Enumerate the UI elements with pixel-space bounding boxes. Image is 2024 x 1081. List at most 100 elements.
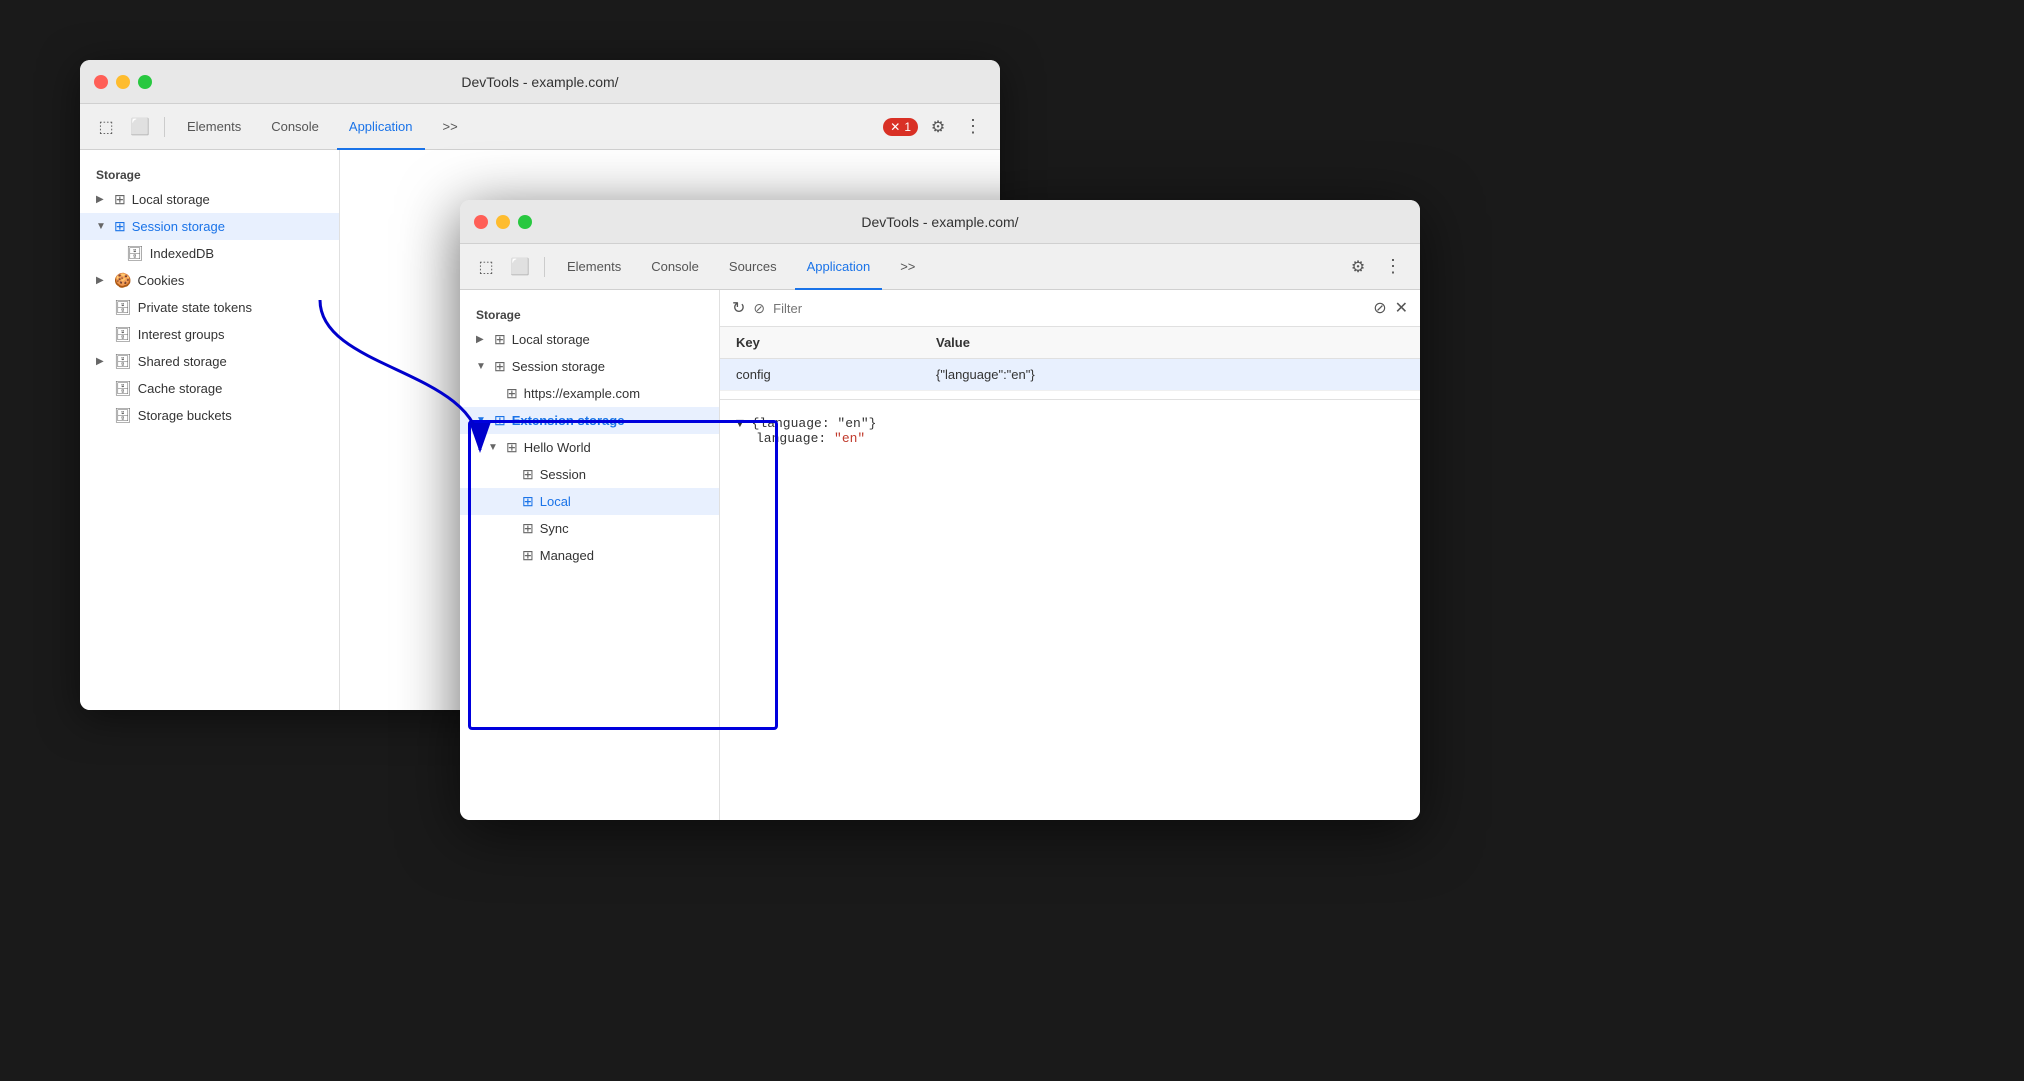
back-storage-label: Storage <box>80 160 339 186</box>
front-tab-console[interactable]: Console <box>639 244 711 290</box>
front-json-preview: ▼ {language: "en"} language: "en" <box>720 399 1420 462</box>
front-filter-input[interactable] <box>773 301 1365 316</box>
back-cookies-label: Cookies <box>137 273 184 288</box>
front-settings-icon[interactable]: ⚙ <box>1344 253 1372 281</box>
front-filter-clear-icon[interactable]: ⊘ <box>1373 298 1386 318</box>
back-interest-groups[interactable]: 🗄 Interest groups <box>80 321 339 348</box>
front-session-icon: ⊞ <box>494 358 506 375</box>
back-error-count: 1 <box>904 120 911 134</box>
back-cookies[interactable]: ▶ 🍪 Cookies <box>80 267 339 294</box>
front-hello-world[interactable]: ▼ ⊞ Hello World <box>460 434 719 461</box>
front-filter-icon: ⊘ <box>753 300 765 317</box>
back-shared-storage[interactable]: ▶ 🗄 Shared storage <box>80 348 339 375</box>
front-tab-more[interactable]: >> <box>888 244 927 290</box>
back-private-tokens[interactable]: 🗄 Private state tokens <box>80 294 339 321</box>
front-local-arrow: ▶ <box>476 334 488 345</box>
front-filter-close-icon[interactable]: ✕ <box>1395 298 1408 318</box>
back-cache-storage[interactable]: 🗄 Cache storage <box>80 375 339 402</box>
back-ss-icon: 🗄 <box>114 353 132 370</box>
front-main: ↻ ⊘ ⊘ ✕ Key Value config <box>720 290 1420 820</box>
back-sb-icon: 🗄 <box>114 407 132 424</box>
back-sidebar: Storage ▶ ⊞ Local storage ▼ ⊞ Session st… <box>80 150 340 710</box>
back-cs-label: Cache storage <box>138 381 223 396</box>
front-content: Storage ▶ ⊞ Local storage ▼ ⊞ Session st… <box>460 290 1420 820</box>
back-local-icon: ⊞ <box>114 191 126 208</box>
back-error-icon: ✕ <box>890 120 900 134</box>
back-tab-application[interactable]: Application <box>337 104 425 150</box>
front-toolbar-sep <box>544 257 545 277</box>
back-session-storage[interactable]: ▼ ⊞ Session storage <box>80 213 339 240</box>
back-sb-label: Storage buckets <box>138 408 232 423</box>
back-toolbar-sep <box>164 117 165 137</box>
back-toolbar: ⬚ ⬜ Elements Console Application >> ✕ 1 … <box>80 104 1000 150</box>
front-window-controls[interactable] <box>474 215 532 229</box>
back-tab-more[interactable]: >> <box>431 104 470 150</box>
back-session-icon: ⊞ <box>114 218 126 235</box>
table-row[interactable]: config {"language":"en"} <box>720 359 1420 391</box>
front-col-key: Key <box>720 327 920 359</box>
front-row-value: {"language":"en"} <box>920 359 1420 391</box>
back-ss-arrow: ▶ <box>96 356 108 367</box>
front-tab-elements[interactable]: Elements <box>555 244 633 290</box>
front-managed-label: Managed <box>540 548 594 563</box>
front-json-lang: language: "en" <box>756 431 1404 446</box>
back-ss-label: Shared storage <box>138 354 227 369</box>
front-extension-storage[interactable]: ▼ ⊞ Extension storage <box>460 407 719 434</box>
front-title: DevTools - example.com/ <box>861 214 1018 230</box>
front-ext-arrow: ▼ <box>476 415 488 426</box>
front-json-lang-key: language: <box>756 431 826 446</box>
back-settings-icon[interactable]: ⚙ <box>924 113 952 141</box>
front-li-label: Local <box>540 494 571 509</box>
front-titlebar: DevTools - example.com/ <box>460 200 1420 244</box>
front-sync-label: Sync <box>540 521 569 536</box>
front-hw-icon: ⊞ <box>506 439 518 456</box>
front-sync-item[interactable]: ⊞ Sync <box>460 515 719 542</box>
front-ext-label: Extension storage <box>512 413 625 428</box>
front-tab-sources[interactable]: Sources <box>717 244 789 290</box>
front-min-btn[interactable] <box>496 215 510 229</box>
back-titlebar: DevTools - example.com/ <box>80 60 1000 104</box>
back-pt-icon: 🗄 <box>114 299 132 316</box>
front-sidebar: Storage ▶ ⊞ Local storage ▼ ⊞ Session st… <box>460 290 720 820</box>
front-more-btn[interactable]: ⋮ <box>1378 252 1408 281</box>
back-close-btn[interactable] <box>94 75 108 89</box>
back-local-storage[interactable]: ▶ ⊞ Local storage <box>80 186 339 213</box>
back-window-controls[interactable] <box>94 75 152 89</box>
back-min-btn[interactable] <box>116 75 130 89</box>
front-si-label: Session <box>540 467 586 482</box>
back-more-btn[interactable]: ⋮ <box>958 112 988 141</box>
back-inspect-icon[interactable]: ⬚ <box>92 113 120 141</box>
front-row-key: config <box>720 359 920 391</box>
back-title: DevTools - example.com/ <box>461 74 618 90</box>
devtools-front-window: DevTools - example.com/ ⬚ ⬜ Elements Con… <box>460 200 1420 820</box>
front-inspect-icon[interactable]: ⬚ <box>472 253 500 281</box>
front-tab-application[interactable]: Application <box>795 244 883 290</box>
front-max-btn[interactable] <box>518 215 532 229</box>
front-local-label: Local storage <box>512 332 590 347</box>
front-url-icon: ⊞ <box>506 385 518 402</box>
back-max-btn[interactable] <box>138 75 152 89</box>
back-indexeddb[interactable]: 🗄 IndexedDB <box>80 240 339 267</box>
front-local-storage[interactable]: ▶ ⊞ Local storage <box>460 326 719 353</box>
front-li-icon: ⊞ <box>522 493 534 510</box>
back-idb-icon: 🗄 <box>126 245 144 262</box>
front-refresh-btn[interactable]: ↻ <box>732 298 745 318</box>
front-device-icon[interactable]: ⬜ <box>506 253 534 281</box>
back-storage-buckets[interactable]: 🗄 Storage buckets <box>80 402 339 429</box>
front-managed-item[interactable]: ⊞ Managed <box>460 542 719 569</box>
front-session-label: Session storage <box>512 359 605 374</box>
front-json-lang-value: "en" <box>834 431 865 446</box>
back-device-icon[interactable]: ⬜ <box>126 113 154 141</box>
front-session-item[interactable]: ⊞ Session <box>460 461 719 488</box>
back-tab-elements[interactable]: Elements <box>175 104 253 150</box>
front-close-btn[interactable] <box>474 215 488 229</box>
front-storage-label: Storage <box>460 300 719 326</box>
front-session-storage[interactable]: ▼ ⊞ Session storage <box>460 353 719 380</box>
front-col-value: Value <box>920 327 1420 359</box>
front-json-root: ▼ {language: "en"} <box>736 416 1404 431</box>
front-local-item[interactable]: ⊞ Local <box>460 488 719 515</box>
front-ext-icon: ⊞ <box>494 412 506 429</box>
back-local-label: Local storage <box>132 192 210 207</box>
back-tab-console[interactable]: Console <box>259 104 331 150</box>
front-example-url[interactable]: ⊞ https://example.com <box>460 380 719 407</box>
